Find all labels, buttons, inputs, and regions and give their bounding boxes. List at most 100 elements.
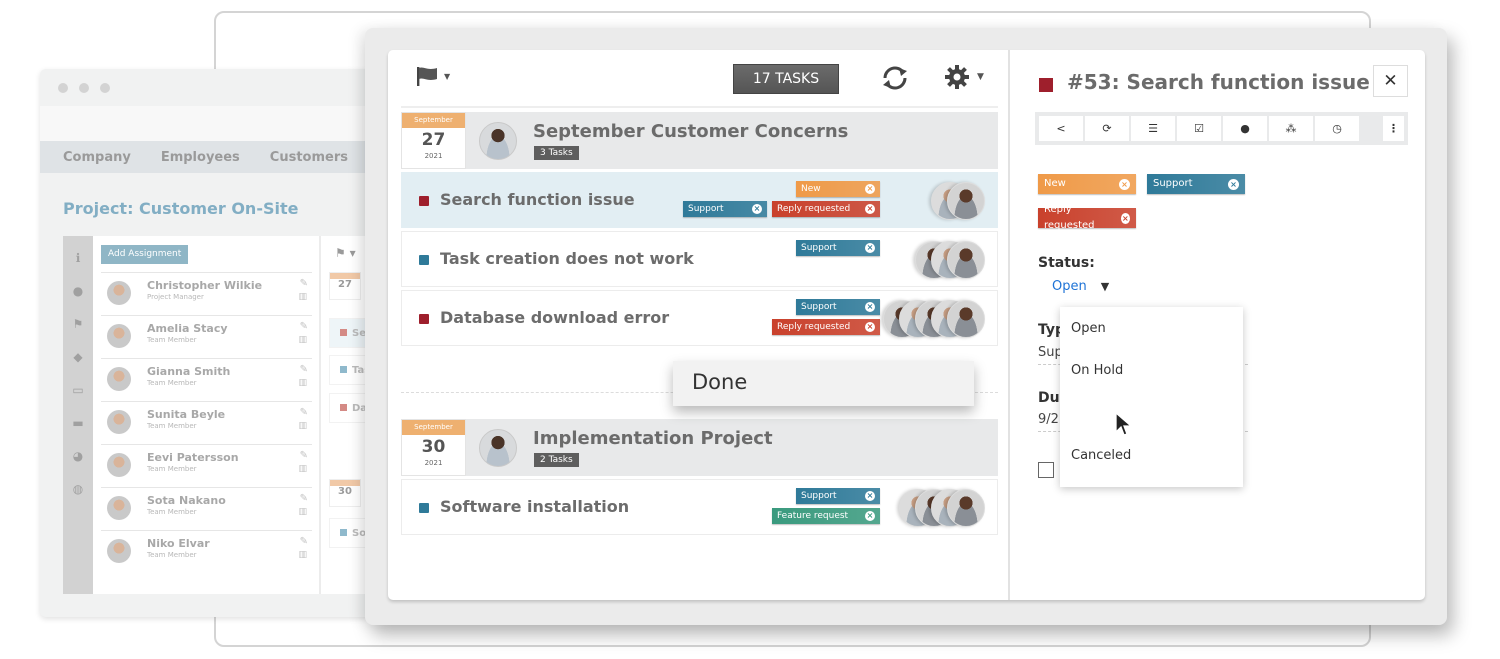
tag-chip[interactable]: New ×	[796, 181, 880, 197]
edit-icon[interactable]: ✎	[300, 536, 308, 547]
task-tags: New × Support × Reply requested ×	[683, 181, 880, 217]
info-icon[interactable]: ℹ	[76, 248, 81, 268]
tag-chip[interactable]: Feature request ×	[772, 508, 880, 524]
group-header[interactable]: September 27 2021 September Customer Concer…	[401, 112, 998, 169]
status-option-done-hovered[interactable]: Done	[673, 361, 974, 406]
time-button[interactable]: ◷	[1315, 116, 1359, 141]
date-year: 2021	[424, 459, 443, 467]
avatar	[107, 324, 131, 348]
assignee-avatars[interactable]	[899, 489, 985, 527]
calendar-icon[interactable]: ▭	[72, 380, 83, 400]
status-option-open[interactable]: Open	[1071, 321, 1106, 336]
tag-chip[interactable]: Support ×	[796, 299, 880, 315]
assignee-avatars[interactable]	[931, 182, 985, 220]
status-select[interactable]: Open ▼	[1052, 279, 1109, 294]
refresh-button[interactable]	[879, 63, 911, 97]
tag-label: Support	[1153, 178, 1193, 189]
tags-icon[interactable]: ◆	[73, 347, 82, 367]
edit-icon[interactable]: ✎	[300, 450, 308, 461]
flag-icon[interactable]: ⚑ ▾	[335, 246, 356, 260]
group-header[interactable]: September 30 2021 Implementation Project 2 T…	[401, 419, 998, 476]
task-list-pane: ▼ 17 TASKS ▼ September 27 2021 September Cu…	[388, 50, 1010, 600]
avatar	[107, 281, 131, 305]
trash-icon[interactable]: ▥	[298, 550, 307, 560]
remove-tag-icon[interactable]: ×	[1228, 178, 1239, 190]
user-icon[interactable]: ●	[73, 281, 83, 301]
comments-button[interactable]: ●	[1223, 116, 1267, 141]
window-dot[interactable]	[79, 83, 89, 93]
nav-customers[interactable]: Customers	[270, 150, 348, 165]
checkbox[interactable]	[1038, 462, 1054, 478]
tag-chip[interactable]: Reply requested ×	[772, 319, 880, 335]
remove-tag-icon[interactable]: ×	[865, 302, 875, 312]
status-option-canceled[interactable]: Canceled	[1071, 448, 1131, 463]
checkbox-button[interactable]: ☑	[1177, 116, 1221, 141]
remove-tag-icon[interactable]: ×	[865, 491, 875, 501]
project-sidebar: ℹ ● ⚑ ◆ ▭ ▬ ◕ ◍	[63, 236, 93, 594]
add-assignment-button[interactable]: Add Assignment	[101, 245, 189, 264]
flag-icon[interactable]: ⚑	[73, 314, 84, 334]
mouse-pointer-icon	[1115, 412, 1133, 436]
settings-button[interactable]: ▼	[944, 64, 984, 90]
task-row[interactable]: Search function issue New × Support × Reply r…	[401, 172, 998, 228]
pie-chart-icon[interactable]: ◕	[73, 446, 83, 466]
remove-tag-icon[interactable]: ×	[865, 243, 875, 253]
more-options-button[interactable]: ⋮	[1383, 116, 1404, 141]
close-button[interactable]: ✕	[1373, 65, 1408, 97]
clock-icon: ◷	[1332, 122, 1342, 135]
remove-tag-icon[interactable]: ×	[865, 511, 875, 521]
avatar	[947, 489, 985, 527]
status-option-on-hold[interactable]: On Hold	[1071, 363, 1123, 378]
flag-filter-button[interactable]: ▼	[416, 66, 450, 86]
group-title: September Customer Concerns	[533, 121, 849, 142]
nav-company[interactable]: Company	[63, 150, 131, 165]
refresh-button[interactable]: ⟳	[1085, 116, 1129, 141]
assignee-avatars[interactable]	[883, 300, 985, 338]
avatar	[107, 410, 131, 434]
project-panel: ℹ ● ⚑ ◆ ▭ ▬ ◕ ◍ Add Assignment Christoph…	[63, 236, 375, 594]
task-color-square	[419, 503, 429, 513]
tag-chip[interactable]: Support ×	[796, 240, 880, 256]
edit-icon[interactable]: ✎	[300, 493, 308, 504]
window-controls	[58, 83, 110, 93]
tag-line: Support ×	[796, 240, 880, 256]
share-button[interactable]: <	[1039, 116, 1083, 141]
trash-icon[interactable]: ▥	[298, 464, 307, 474]
remove-tag-icon[interactable]: ×	[1119, 178, 1130, 190]
remove-tag-icon[interactable]: ×	[865, 204, 875, 214]
tag-chip[interactable]: Support ×	[683, 201, 767, 217]
remove-tag-icon[interactable]: ×	[752, 204, 762, 214]
nav-employees[interactable]: Employees	[161, 150, 240, 165]
remove-tag-icon[interactable]: ×	[865, 322, 875, 332]
assignee-avatars[interactable]	[915, 241, 985, 279]
trash-icon[interactable]: ▥	[298, 421, 307, 431]
archive-icon[interactable]: ▬	[72, 413, 83, 433]
task-row[interactable]: Database download error Support × Reply req…	[401, 290, 998, 346]
remove-tag-icon[interactable]: ×	[1120, 212, 1130, 224]
window-dot[interactable]	[100, 83, 110, 93]
trash-icon[interactable]: ▥	[298, 507, 307, 517]
gear-icon	[945, 65, 969, 89]
edit-icon[interactable]: ✎	[300, 364, 308, 375]
checklist-button[interactable]: ☰	[1131, 116, 1175, 141]
trash-icon[interactable]: ▥	[298, 378, 307, 388]
trash-icon[interactable]: ▥	[298, 335, 307, 345]
edit-icon[interactable]: ✎	[300, 278, 308, 289]
users-button[interactable]: ⁂	[1269, 116, 1313, 141]
tag-chip[interactable]: New ×	[1038, 174, 1136, 194]
avatar	[107, 539, 131, 563]
edit-icon[interactable]: ✎	[300, 407, 308, 418]
tag-chip[interactable]: Reply requested ×	[772, 201, 880, 217]
task-title: Software installation	[440, 497, 630, 516]
trash-icon[interactable]: ▥	[298, 292, 307, 302]
task-row[interactable]: Task creation does not work Support ×	[401, 231, 998, 287]
tag-chip[interactable]: Support ×	[796, 488, 880, 504]
window-dot[interactable]	[58, 83, 68, 93]
task-row[interactable]: Software installation Support × Feature req…	[401, 479, 998, 535]
tag-chip[interactable]: Support ×	[1147, 174, 1245, 194]
remove-tag-icon[interactable]: ×	[865, 184, 875, 194]
tag-chip[interactable]: Reply requested ×	[1038, 204, 1136, 231]
comments-icon[interactable]: ◍	[73, 479, 83, 499]
mini-date-day: 27	[338, 279, 352, 290]
edit-icon[interactable]: ✎	[300, 321, 308, 332]
